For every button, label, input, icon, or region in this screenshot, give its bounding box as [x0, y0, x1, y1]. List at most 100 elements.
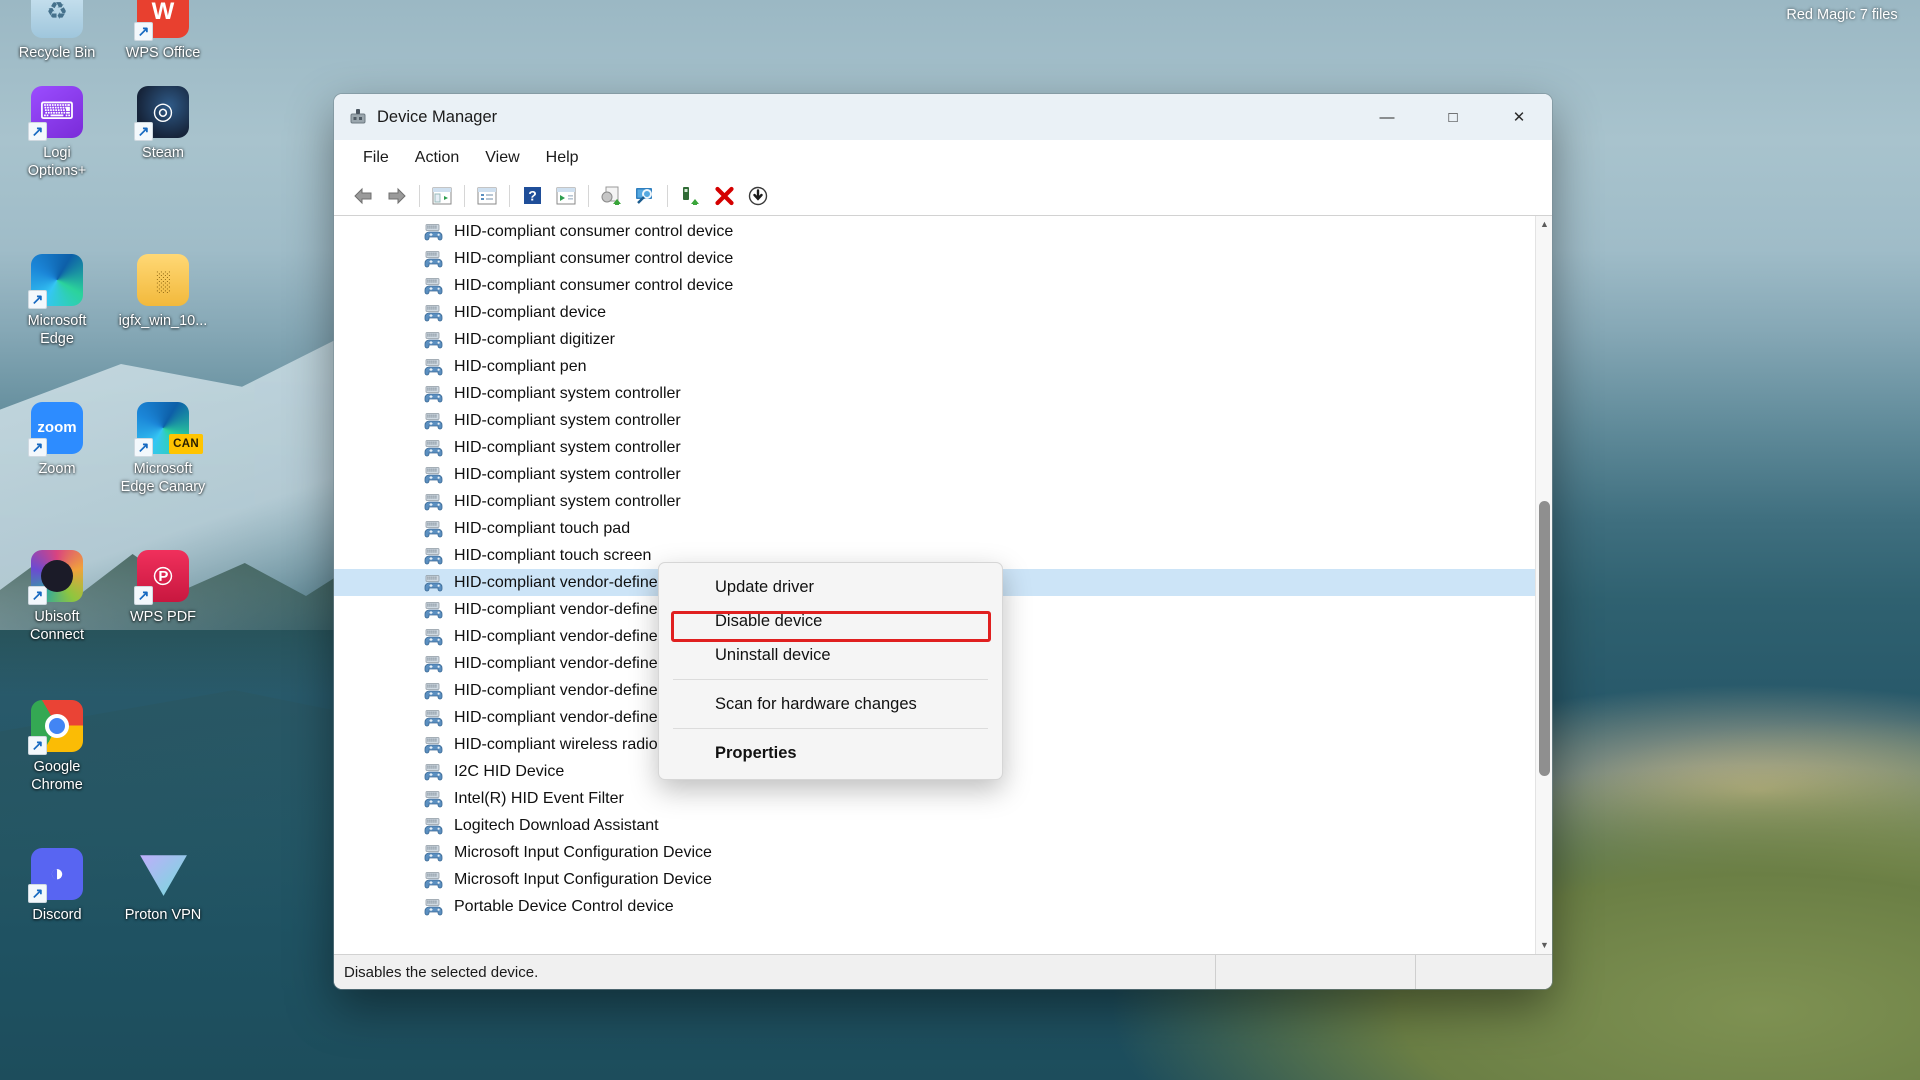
device-tree-row-label: I2C HID Device	[454, 763, 564, 781]
menu-help[interactable]: Help	[535, 145, 590, 171]
minimize-button[interactable]: —	[1354, 94, 1420, 140]
context-menu-item-disable-device[interactable]: Disable device	[659, 604, 1002, 638]
scrollbar-thumb[interactable]	[1539, 501, 1550, 776]
back-icon[interactable]	[346, 180, 380, 212]
desktop-icon-ubisoft-connect[interactable]: ↗UbisoftConnect	[5, 550, 109, 644]
device-tree-row-label: HID-compliant pen	[454, 358, 587, 376]
device-tree-row[interactable]: HID-compliant system controller	[334, 461, 1552, 488]
window-titlebar[interactable]: Device Manager — □ ✕	[334, 94, 1552, 140]
menu-bar[interactable]: FileActionViewHelp	[334, 140, 1552, 176]
zip-folder-icon-glyph: ░	[137, 254, 189, 306]
device-tree-row[interactable]: Portable Device Control device	[334, 893, 1552, 920]
vertical-scrollbar[interactable]: ▲ ▼	[1535, 216, 1552, 954]
device-tree-row-label: HID-compliant system controller	[454, 412, 681, 430]
device-tree-row[interactable]: Intel(R) HID Event Filter	[334, 785, 1552, 812]
menu-view[interactable]: View	[474, 145, 530, 171]
context-menu-item-update-driver[interactable]: Update driver	[659, 570, 1002, 604]
device-tree-row-label: HID-compliant touch screen	[454, 547, 651, 565]
hid-device-icon	[424, 816, 446, 836]
wps-office-icon: W↗	[137, 0, 189, 38]
toolbar[interactable]: ?	[334, 176, 1552, 216]
action-menu-icon[interactable]	[549, 180, 583, 212]
desktop-icon-label: Steam	[111, 144, 215, 162]
disable-device-icon[interactable]	[673, 180, 707, 212]
device-tree-row[interactable]: HID-compliant system controller	[334, 407, 1552, 434]
device-tree-row[interactable]: HID-compliant touch pad	[334, 515, 1552, 542]
hid-device-icon	[424, 357, 446, 377]
show-hide-console-tree-icon[interactable]	[425, 180, 459, 212]
desktop-icon-zoom[interactable]: zoom↗Zoom	[5, 402, 109, 478]
hid-device-icon	[424, 762, 446, 782]
update-driver-icon[interactable]	[594, 180, 628, 212]
context-menu-item-scan-for-hardware-changes[interactable]: Scan for hardware changes	[659, 687, 1002, 721]
desktop-icon-microsoft-edge-canary[interactable]: CAN↗MicrosoftEdge Canary	[111, 402, 215, 496]
ubisoft-connect-icon: ↗	[31, 550, 83, 602]
shortcut-arrow-icon: ↗	[28, 438, 47, 457]
shortcut-arrow-icon: ↗	[134, 438, 153, 457]
recycle-bin-icon: ♻	[31, 0, 83, 38]
device-tree-row[interactable]: HID-compliant digitizer	[334, 326, 1552, 353]
device-tree-row[interactable]: HID-compliant system controller	[334, 380, 1552, 407]
shortcut-arrow-icon: ↗	[134, 586, 153, 605]
device-tree-row[interactable]: Logitech Download Assistant	[334, 812, 1552, 839]
desktop-icon-label: WPS Office	[111, 44, 215, 62]
hid-device-icon	[424, 546, 446, 566]
context-menu-item-properties[interactable]: Properties	[659, 736, 1002, 770]
device-tree-row-label: HID-compliant consumer control device	[454, 223, 733, 241]
desktop-icon-logi-options[interactable]: ⌨↗LogiOptions+	[5, 86, 109, 180]
device-tree-row[interactable]: HID-compliant consumer control device	[334, 218, 1552, 245]
shortcut-arrow-icon: ↗	[28, 290, 47, 309]
desktop-icon-wps-pdf[interactable]: ℗↗WPS PDF	[111, 550, 215, 626]
zoom-icon: zoom↗	[31, 402, 83, 454]
device-tree-row[interactable]: HID-compliant consumer control device	[334, 245, 1552, 272]
hid-device-icon	[424, 573, 446, 593]
desktop-icon-label: Edge Canary	[111, 478, 215, 496]
shortcut-arrow-icon: ↗	[28, 122, 47, 141]
hid-device-icon	[424, 897, 446, 917]
hid-device-icon	[424, 600, 446, 620]
hid-device-icon	[424, 519, 446, 539]
device-tree-row[interactable]: HID-compliant consumer control device	[334, 272, 1552, 299]
desktop-icon-microsoft-edge[interactable]: ↗MicrosoftEdge	[5, 254, 109, 348]
scroll-up-arrow[interactable]: ▲	[1536, 216, 1552, 233]
shortcut-arrow-icon: ↗	[134, 884, 153, 903]
desktop-icon-label: Microsoft	[5, 312, 109, 330]
maximize-button[interactable]: □	[1420, 94, 1486, 140]
desktop-icon-wps-office[interactable]: W↗ WPS Office	[111, 0, 215, 62]
device-context-menu[interactable]: Update driverDisable deviceUninstall dev…	[658, 562, 1003, 780]
scan-for-hardware-changes-icon[interactable]	[628, 180, 662, 212]
desktop-icon-proton-vpn[interactable]: ↗Proton VPN	[111, 848, 215, 924]
forward-icon[interactable]	[380, 180, 414, 212]
close-button[interactable]: ✕	[1486, 94, 1552, 140]
desktop-icon-google-chrome[interactable]: ↗GoogleChrome	[5, 700, 109, 794]
enable-device-icon[interactable]	[741, 180, 775, 212]
menu-file[interactable]: File	[352, 145, 400, 171]
hid-device-icon	[424, 303, 446, 323]
desktop-icon-recycle-bin[interactable]: ♻Recycle Bin	[5, 0, 109, 62]
desktop-icon-label: Google	[5, 758, 109, 776]
device-tree-row[interactable]: HID-compliant device	[334, 299, 1552, 326]
context-menu-item-uninstall-device[interactable]: Uninstall device	[659, 638, 1002, 672]
desktop[interactable]: ♻Recycle Bin W↗ WPS Office ⌨↗LogiOptions+◎↗…	[0, 0, 1920, 1080]
device-tree-row[interactable]: Microsoft Input Configuration Device	[334, 866, 1552, 893]
recycle-bin-icon-glyph: ♻	[31, 0, 83, 38]
desktop-icon-zip-folder[interactable]: ░igfx_win_10...	[111, 254, 215, 330]
desktop-folder-label-red-magic: Red Magic 7 files	[1782, 6, 1902, 25]
desktop-icon-discord[interactable]: ◑↗Discord	[5, 848, 109, 924]
uninstall-device-icon[interactable]	[707, 180, 741, 212]
scroll-down-arrow[interactable]: ▼	[1536, 937, 1552, 954]
device-manager-window[interactable]: Device Manager — □ ✕ FileActionViewHelp …	[334, 94, 1552, 989]
device-tree-row[interactable]: Microsoft Input Configuration Device	[334, 839, 1552, 866]
desktop-icon-steam[interactable]: ◎↗Steam	[111, 86, 215, 162]
status-pane-3	[1416, 955, 1552, 989]
hid-device-icon	[424, 843, 446, 863]
desktop-icon-label: WPS PDF	[111, 608, 215, 626]
properties-icon[interactable]	[470, 180, 504, 212]
device-tree-row[interactable]: HID-compliant pen	[334, 353, 1552, 380]
help-icon[interactable]: ?	[515, 180, 549, 212]
device-tree-row[interactable]: HID-compliant system controller	[334, 434, 1552, 461]
menu-action[interactable]: Action	[404, 145, 470, 171]
shortcut-arrow-icon: ↗	[28, 884, 47, 903]
device-tree-row[interactable]: HID-compliant system controller	[334, 488, 1552, 515]
device-tree-row-label: HID-compliant system controller	[454, 385, 681, 403]
